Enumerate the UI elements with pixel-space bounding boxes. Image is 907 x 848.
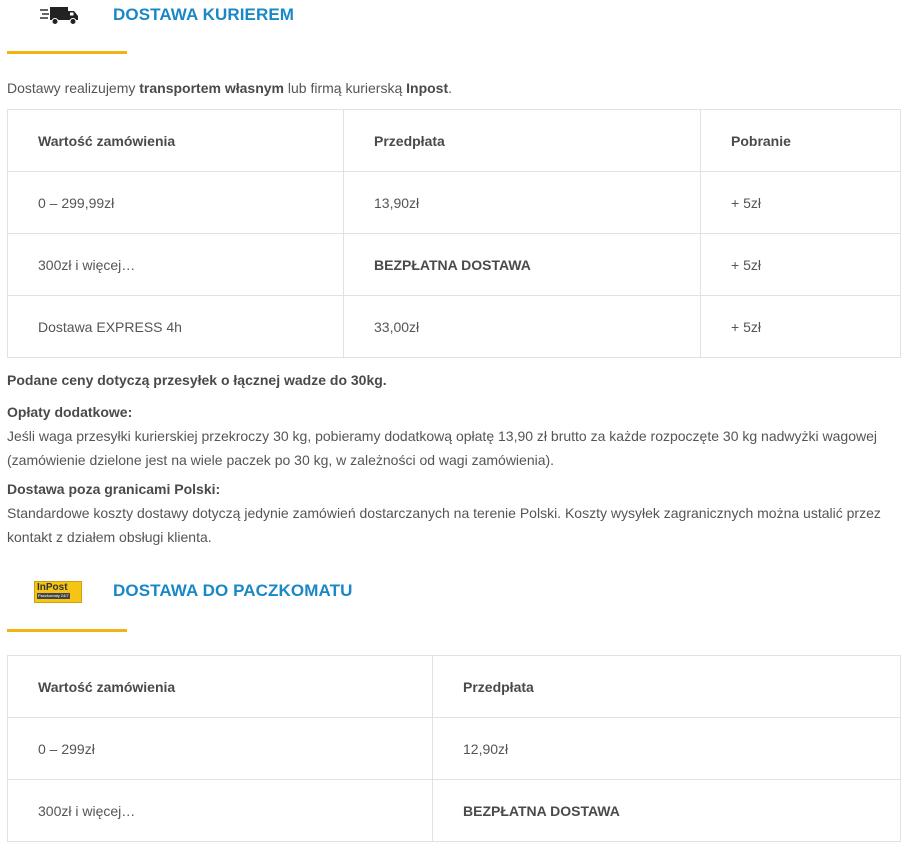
header-order-value: Wartość zamówienia	[7, 109, 344, 172]
table-row: 0 – 299zł 12,90zł	[7, 717, 901, 780]
cell-prepayment: BEZPŁATNA DOSTAWA	[432, 779, 901, 842]
extra-fees-block: Opłaty dodatkowe: Jeśli waga przesyłki k…	[7, 400, 892, 472]
abroad-block: Dostawa poza granicami Polski: Standardo…	[7, 477, 892, 549]
cell-prepayment: 12,90zł	[432, 717, 901, 780]
cell-cod: + 5zł	[700, 171, 901, 234]
extra-fees-line-1: Jeśli waga przesyłki kurierskiej przekro…	[7, 428, 877, 444]
table-row: 300zł i więcej… BEZPŁATNA DOSTAWA + 5zł	[7, 233, 901, 296]
cell-order-value: Dostawa EXPRESS 4h	[7, 295, 344, 358]
table-header-row: Wartość zamówienia Przedpłata Pobranie	[7, 109, 901, 172]
table-row: Dostawa EXPRESS 4h 33,00zł + 5zł	[7, 295, 901, 358]
courier-section-header: DOSTAWA KURIEREM	[0, 0, 907, 50]
courier-accent-line	[7, 51, 127, 54]
cell-prepayment: 13,90zł	[343, 171, 701, 234]
inpost-logo-text: InPost	[37, 582, 68, 593]
header-prepayment: Przedpłata	[343, 109, 701, 172]
abroad-title: Dostawa poza granicami Polski:	[7, 481, 221, 497]
weight-note-text: Podane ceny dotyczą przesyłek o łącznej …	[7, 372, 387, 388]
table-row: 0 – 299,99zł 13,90zł + 5zł	[7, 171, 901, 234]
intro-bold-2: Inpost	[406, 80, 449, 96]
cell-order-value: 300zł i więcej…	[7, 779, 433, 842]
parcel-section-title: DOSTAWA DO PACZKOMATU	[113, 581, 353, 600]
parcel-section-header: InPost Paczkomaty 24/7 DOSTAWA DO PACZKO…	[0, 575, 907, 625]
parcel-price-table: Wartość zamówienia Przedpłata 0 – 299zł …	[7, 655, 901, 842]
weight-note: Podane ceny dotyczą przesyłek o łącznej …	[7, 368, 892, 392]
cell-order-value: 300zł i więcej…	[7, 233, 344, 296]
abroad-line-1: Standardowe koszty dostawy dotyczą jedyn…	[7, 505, 881, 521]
cell-order-value: 0 – 299zł	[7, 717, 433, 780]
truck-icon	[40, 7, 78, 25]
intro-text-2: lub firmą kurierską	[283, 80, 407, 96]
cell-prepayment: BEZPŁATNA DOSTAWA	[343, 233, 701, 296]
extra-fees-title: Opłaty dodatkowe:	[7, 404, 133, 420]
inpost-logo: InPost Paczkomaty 24/7	[34, 581, 82, 603]
extra-fees-line-2: (zamówienie dzielone jest na wiele pacze…	[7, 452, 555, 468]
intro-text-1: Dostawy realizujemy	[7, 80, 140, 96]
header-cod: Pobranie	[700, 109, 901, 172]
cell-cod: + 5zł	[700, 295, 901, 358]
courier-intro: Dostawy realizujemy transportem własnym …	[7, 76, 892, 100]
cell-cod: + 5zł	[700, 233, 901, 296]
inpost-logo-box: InPost Paczkomaty 24/7	[32, 579, 82, 607]
header-prepayment: Przedpłata	[432, 655, 901, 718]
table-header-row: Wartość zamówienia Przedpłata	[7, 655, 901, 718]
cell-prepayment: 33,00zł	[343, 295, 701, 358]
table-row: 300zł i więcej… BEZPŁATNA DOSTAWA	[7, 779, 901, 842]
intro-text-3: .	[448, 80, 453, 96]
cell-order-value: 0 – 299,99zł	[7, 171, 344, 234]
parcel-accent-line	[7, 629, 127, 632]
header-order-value: Wartość zamówienia	[7, 655, 433, 718]
abroad-line-2: kontakt z działem obsługi klienta.	[7, 529, 212, 545]
intro-bold-1: transportem własnym	[139, 80, 284, 96]
inpost-logo-subtext: Paczkomaty 24/7	[37, 593, 70, 599]
courier-price-table: Wartość zamówienia Przedpłata Pobranie 0…	[7, 109, 901, 358]
courier-icon-box	[32, 0, 82, 28]
courier-section-title: DOSTAWA KURIEREM	[113, 5, 295, 24]
